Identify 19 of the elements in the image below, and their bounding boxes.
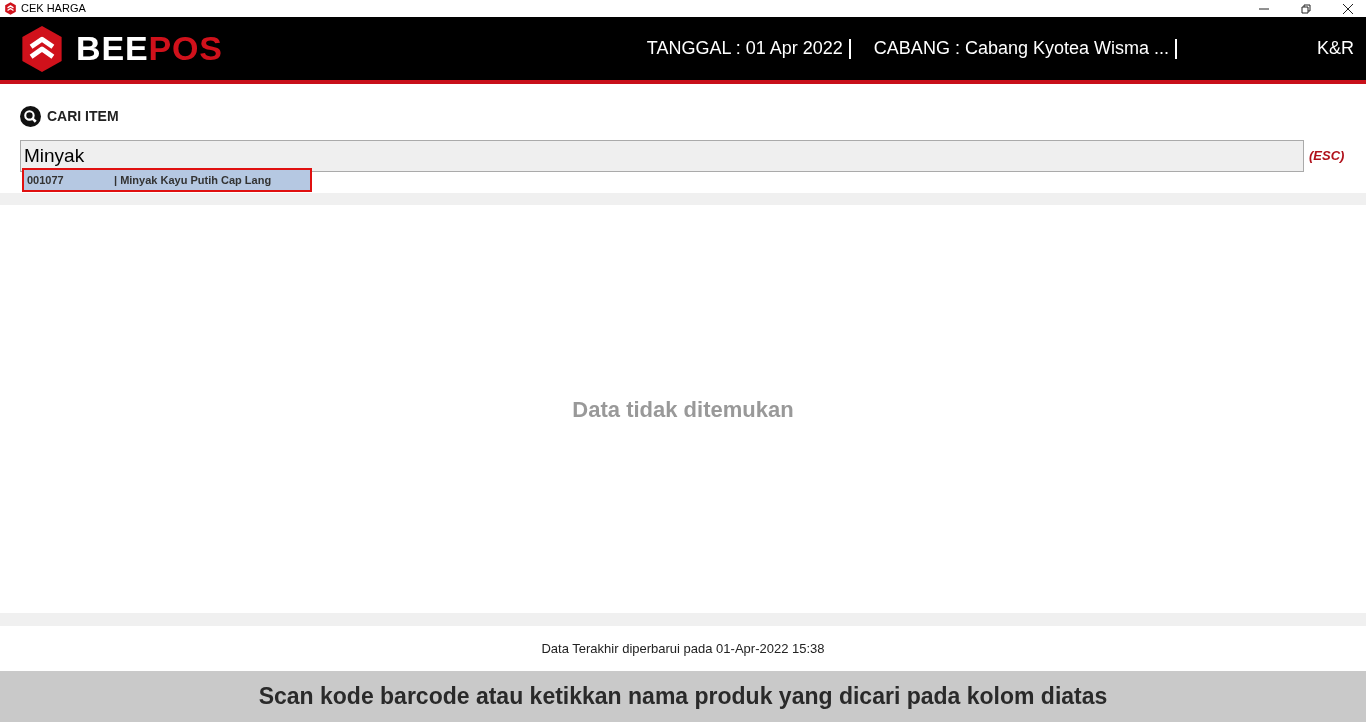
item-code: 001077 xyxy=(27,172,65,188)
search-field[interactable]: Minyak xyxy=(20,140,1304,172)
date-label: TANGGAL : 01 Apr 2022 xyxy=(646,37,843,60)
logo-text: BEE xyxy=(76,28,149,69)
window-title: CEK HARGA xyxy=(21,1,86,17)
instruction-text: Scan kode barcode atau ketikkan nama produk yang dicari pada kolom diatas xyxy=(258,682,1108,712)
branch-label: CABANG : Cabang Kyotea Wisma ... xyxy=(873,37,1169,60)
restore-icon[interactable] xyxy=(1300,2,1312,15)
search-label: CARI ITEM xyxy=(47,107,119,126)
item-name: | Minyak Kayu Putih Cap Lang xyxy=(114,172,272,188)
logo-icon xyxy=(20,24,64,73)
close-icon[interactable] xyxy=(1342,2,1354,15)
last-updated-text: Data Terakhir diperbarui pada 01-Apr-2022 15:38 xyxy=(541,639,825,658)
esc-hint: (ESC) xyxy=(1309,147,1345,166)
search-icon xyxy=(20,106,41,127)
logo-text: POS xyxy=(148,28,223,69)
user-label: K&R xyxy=(1317,37,1354,60)
empty-message: Data tidak ditemukan xyxy=(572,395,794,424)
suggestion-item[interactable]: 001077 | Minyak Kayu Putih Cap Lang xyxy=(22,168,312,192)
